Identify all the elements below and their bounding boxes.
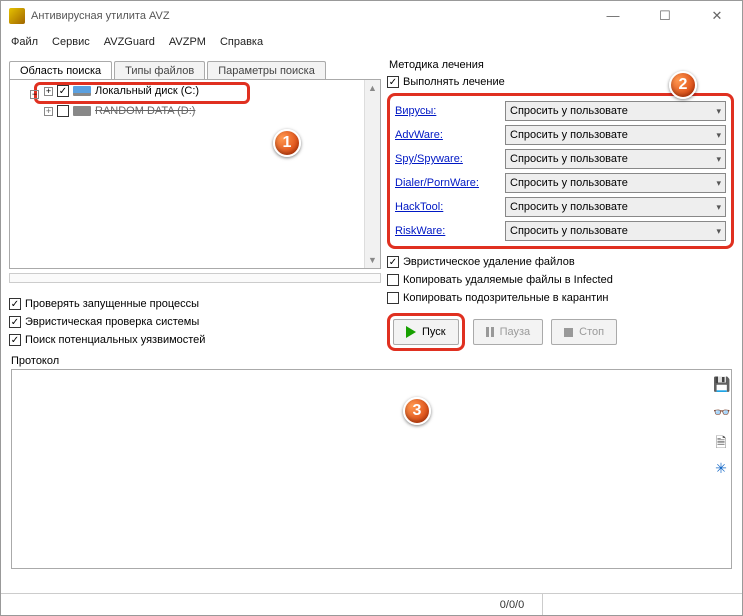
close-button[interactable]: ✕ xyxy=(700,8,734,24)
annotation-badge-1: 1 xyxy=(273,129,301,157)
pause-button-label: Пауза xyxy=(500,326,531,338)
select-advware-value: Спросить у пользовате xyxy=(510,129,628,141)
chevron-down-icon: ▾ xyxy=(716,106,721,117)
window-title: Антивирусная утилита AVZ xyxy=(31,10,170,22)
document-icon[interactable]: 🗎 xyxy=(713,432,729,448)
protocol-label: Протокол xyxy=(11,355,732,367)
check-vulns-label: Поиск потенциальных уязвимостей xyxy=(25,334,205,346)
tree-expand-icon[interactable]: + xyxy=(44,107,53,116)
check-copy-infected[interactable] xyxy=(387,274,399,286)
link-advware[interactable]: AdvWare: xyxy=(395,129,499,141)
tab-search-area[interactable]: Область поиска xyxy=(9,61,112,80)
tree-expand-icon[interactable]: − xyxy=(30,90,39,99)
select-viruses[interactable]: Спросить у пользовате ▾ xyxy=(505,101,726,121)
splitter[interactable] xyxy=(9,273,381,283)
menu-file[interactable]: Файл xyxy=(11,36,38,48)
select-hacktool[interactable]: Спросить у пользовате ▾ xyxy=(505,197,726,217)
stop-button[interactable]: Стоп xyxy=(551,319,617,345)
link-hacktool[interactable]: HackTool: xyxy=(395,201,499,213)
tab-file-types[interactable]: Типы файлов xyxy=(114,61,205,80)
status-progress: 0/0/0 xyxy=(482,599,542,611)
link-dialer[interactable]: Dialer/PornWare: xyxy=(395,177,499,189)
minimize-button[interactable]: — xyxy=(596,8,630,24)
app-icon xyxy=(9,8,25,24)
select-riskware[interactable]: Спросить у пользовате ▾ xyxy=(505,221,726,241)
annotation-badge-2: 2 xyxy=(669,71,697,99)
link-viruses[interactable]: Вирусы: xyxy=(395,105,499,117)
maximize-button[interactable]: ☐ xyxy=(648,8,682,24)
scrollbar[interactable]: ▲ ▼ xyxy=(364,80,380,268)
select-riskware-value: Спросить у пользовате xyxy=(510,225,628,237)
statusbar: 0/0/0 xyxy=(1,593,742,615)
check-heur-delete[interactable]: ✓ xyxy=(387,256,399,268)
drive-icon xyxy=(73,106,91,116)
select-hacktool-value: Спросить у пользовате xyxy=(510,201,628,213)
enable-treatment-label: Выполнять лечение xyxy=(403,76,505,88)
drive-c-checkbox[interactable]: ✓ xyxy=(57,85,69,97)
check-copy-quarantine-label: Копировать подозрительные в карантин xyxy=(403,292,608,304)
tree-expand-icon[interactable]: + xyxy=(44,87,53,96)
play-icon xyxy=(406,326,416,338)
protocol-toolbar: 💾 👓 🗎 ✳ xyxy=(711,370,731,476)
protocol-area[interactable]: 💾 👓 🗎 ✳ xyxy=(11,369,732,569)
check-vulns[interactable]: ✓ xyxy=(9,334,21,346)
menu-avzguard[interactable]: AVZGuard xyxy=(104,36,155,48)
select-viruses-value: Спросить у пользовате xyxy=(510,105,628,117)
menu-service[interactable]: Сервис xyxy=(52,36,90,48)
annotation-badge-3: 3 xyxy=(403,397,431,425)
titlebar: Антивирусная утилита AVZ — ☐ ✕ xyxy=(1,1,742,31)
menubar: Файл Сервис AVZGuard AVZPM Справка xyxy=(1,31,742,53)
scroll-up-icon[interactable]: ▲ xyxy=(365,80,380,96)
select-spyware[interactable]: Спросить у пользовате ▾ xyxy=(505,149,726,169)
select-dialer-value: Спросить у пользовате xyxy=(510,177,628,189)
chevron-down-icon: ▾ xyxy=(716,202,721,213)
tab-search-params[interactable]: Параметры поиска xyxy=(207,61,326,80)
chevron-down-icon: ▾ xyxy=(716,154,721,165)
pause-button[interactable]: Пауза xyxy=(473,319,544,345)
pause-icon xyxy=(486,327,494,337)
check-heuristic[interactable]: ✓ xyxy=(9,316,21,328)
check-heur-delete-label: Эвристическое удаление файлов xyxy=(403,256,575,268)
drive-tree[interactable]: − + ✓ Локальный диск (C:) + RANDOM DATA … xyxy=(9,79,381,269)
glasses-icon[interactable]: 👓 xyxy=(713,404,729,420)
check-processes-label: Проверять запущенные процессы xyxy=(25,298,199,310)
left-tabs: Область поиска Типы файлов Параметры пои… xyxy=(9,57,381,79)
puzzle-icon[interactable]: ✳ xyxy=(713,460,729,476)
start-button[interactable]: Пуск xyxy=(393,319,459,345)
drive-d-label: RANDOM DATA (D:) xyxy=(95,105,195,117)
check-copy-quarantine[interactable] xyxy=(387,292,399,304)
stop-button-label: Стоп xyxy=(579,326,604,338)
scroll-down-icon[interactable]: ▼ xyxy=(365,252,380,268)
drive-c-label: Локальный диск (C:) xyxy=(95,85,199,97)
menu-help[interactable]: Справка xyxy=(220,36,263,48)
start-button-label: Пуск xyxy=(422,326,446,338)
save-icon[interactable]: 💾 xyxy=(713,376,729,392)
check-copy-infected-label: Копировать удаляемые файлы в Infected xyxy=(403,274,613,286)
check-processes[interactable]: ✓ xyxy=(9,298,21,310)
check-heuristic-label: Эвристическая проверка системы xyxy=(25,316,199,328)
chevron-down-icon: ▾ xyxy=(716,130,721,141)
enable-treatment-checkbox[interactable]: ✓ xyxy=(387,76,399,88)
select-spyware-value: Спросить у пользовате xyxy=(510,153,628,165)
drive-d-checkbox[interactable] xyxy=(57,105,69,117)
highlight-2: Вирусы: Спросить у пользовате ▾ AdvWare: Сп… xyxy=(387,93,734,249)
menu-avzpm[interactable]: AVZPM xyxy=(169,36,206,48)
select-dialer[interactable]: Спросить у пользовате ▾ xyxy=(505,173,726,193)
chevron-down-icon: ▾ xyxy=(716,178,721,189)
stop-icon xyxy=(564,328,573,337)
drive-icon xyxy=(73,86,91,96)
chevron-down-icon: ▾ xyxy=(716,226,721,237)
highlight-start: Пуск xyxy=(387,313,465,351)
select-advware[interactable]: Спросить у пользовате ▾ xyxy=(505,125,726,145)
link-spyware[interactable]: Spy/Spyware: xyxy=(395,153,499,165)
link-riskware[interactable]: RiskWare: xyxy=(395,225,499,237)
